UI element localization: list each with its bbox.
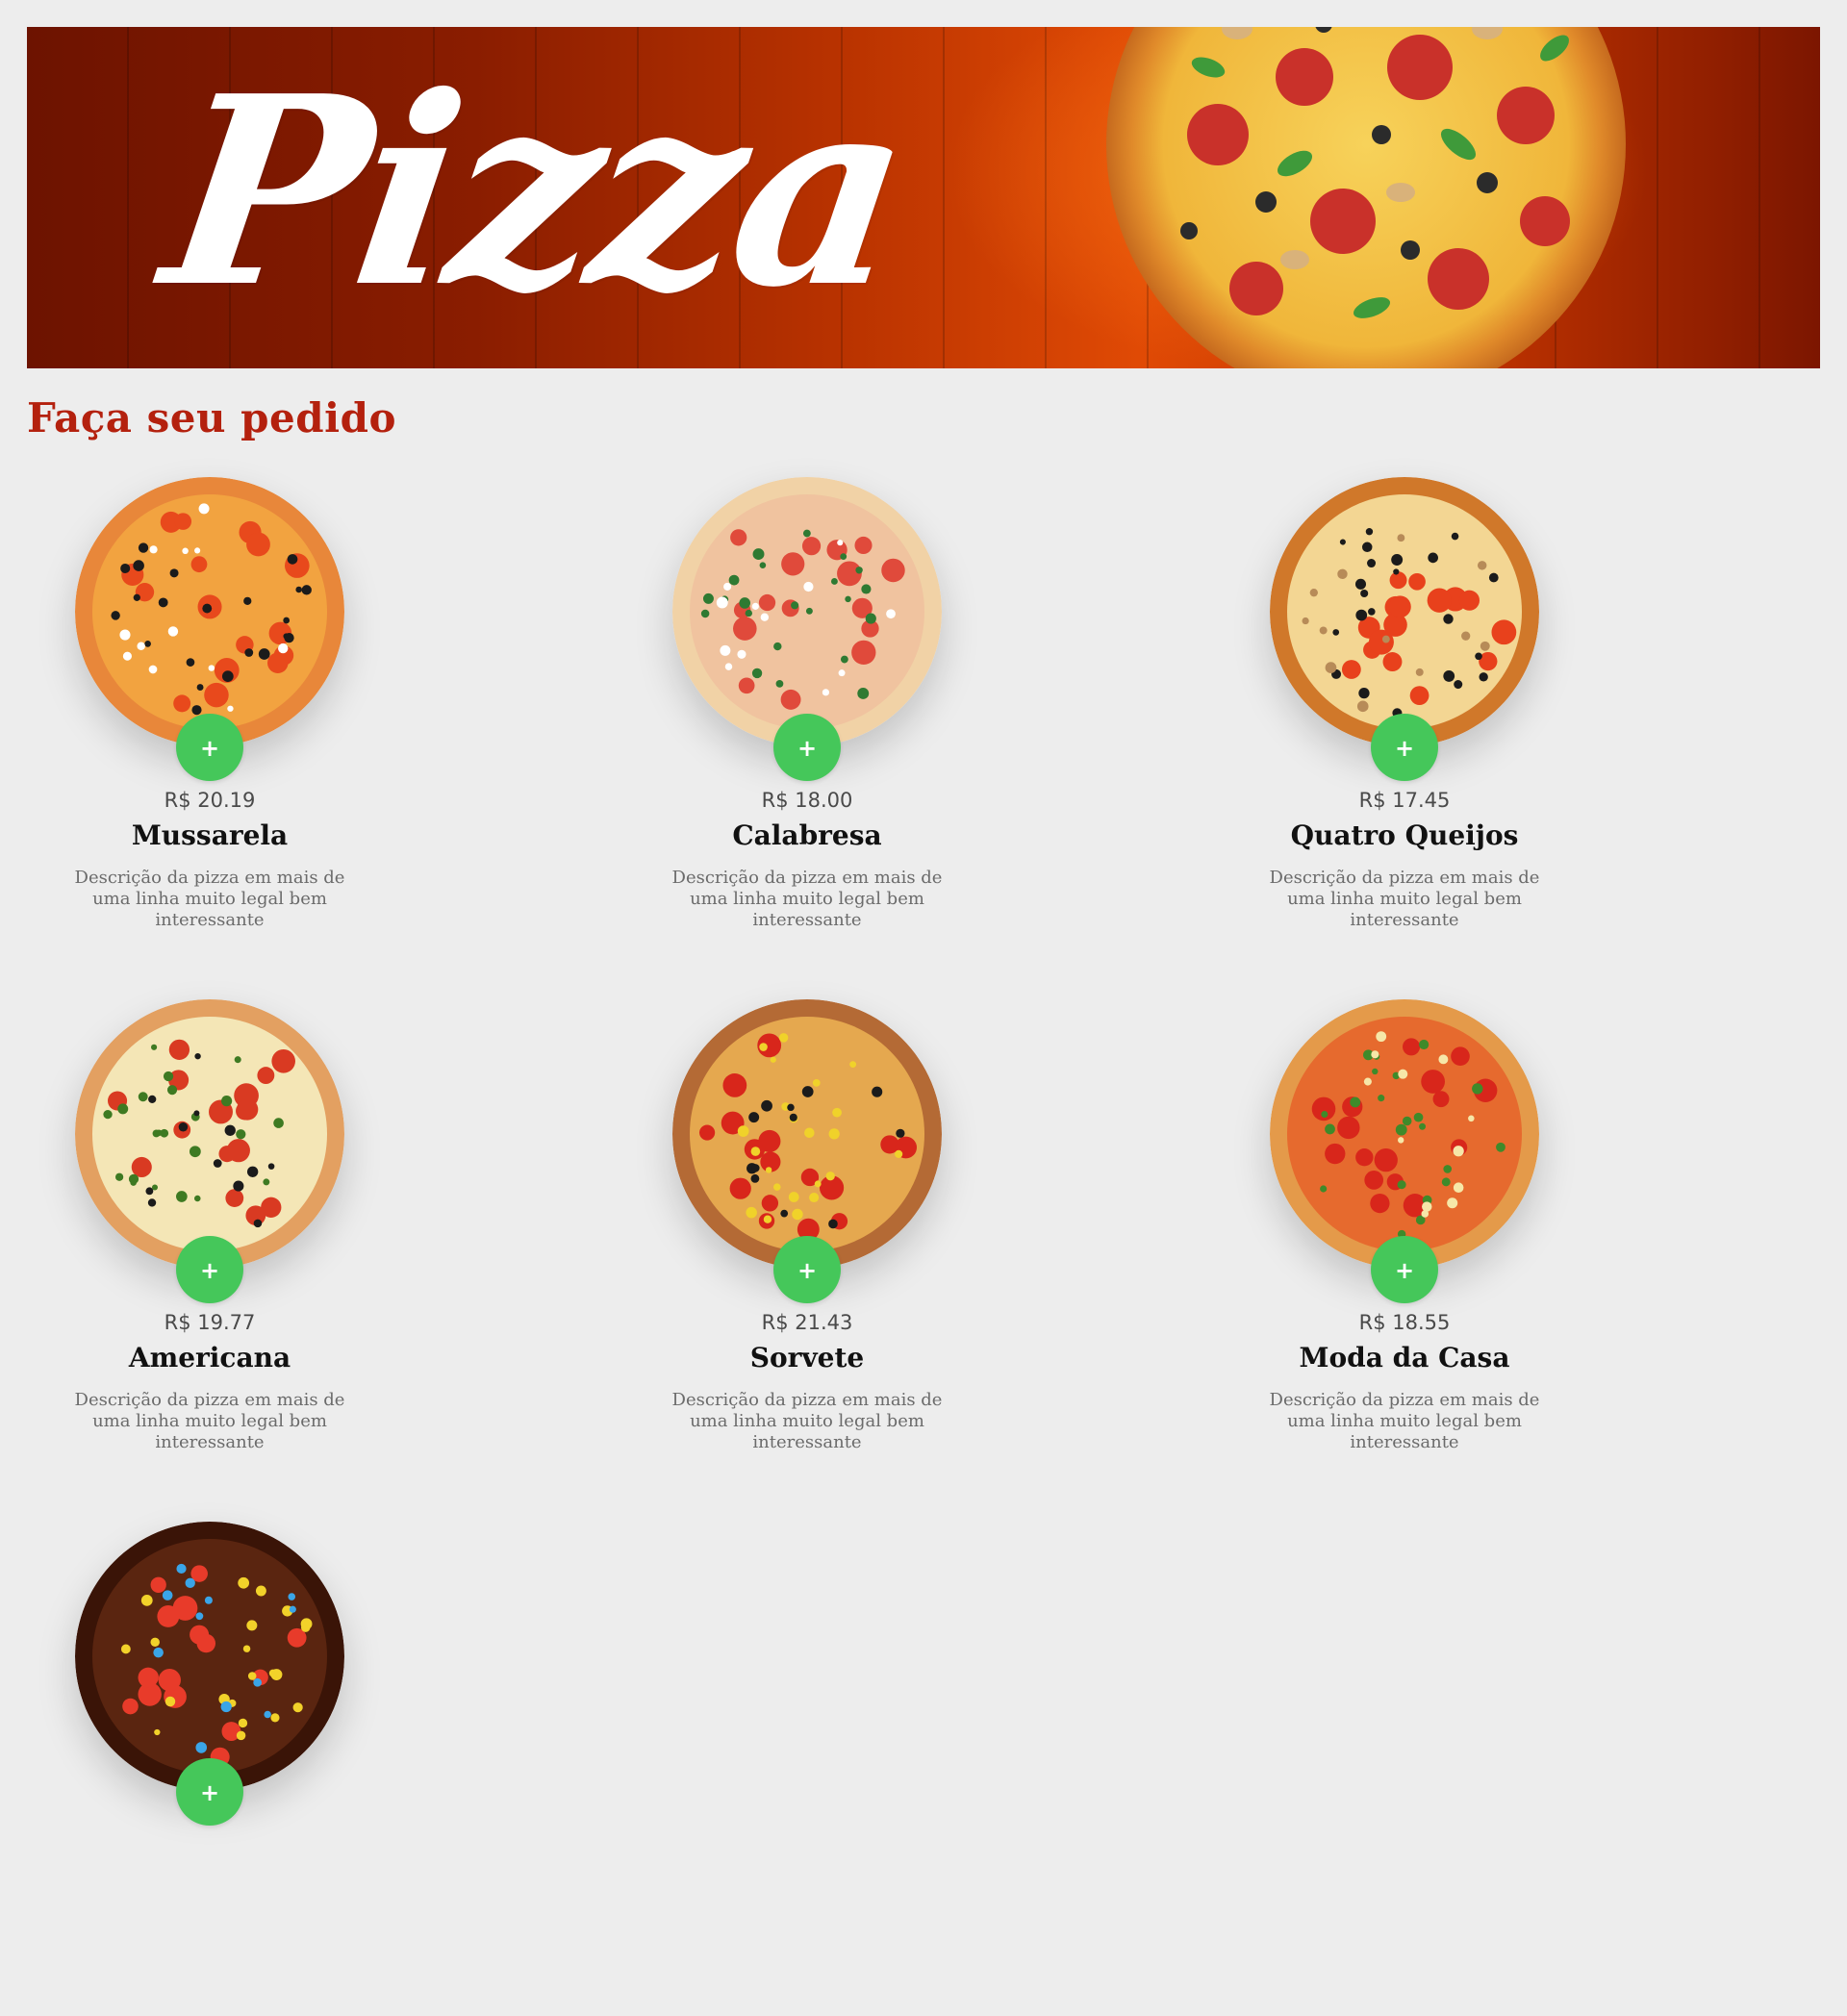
pizza-image (672, 999, 942, 1269)
hero-banner: Pizza (27, 27, 1820, 368)
add-to-cart-button[interactable]: + (176, 1758, 243, 1826)
pizza-name: Calabresa (732, 819, 882, 851)
pizza-name: Sorvete (749, 1342, 865, 1373)
pizza-price: R$ 18.00 (761, 789, 853, 812)
pizza-name: Moda da Casa (1299, 1342, 1510, 1373)
pizza-price: R$ 17.45 (1358, 789, 1451, 812)
pizza-card: + R$ 18.55 Moda da Casa Descrição da pizza … (1222, 994, 1587, 1494)
add-to-cart-button[interactable]: + (1371, 1236, 1438, 1303)
add-to-cart-button[interactable]: + (773, 714, 841, 781)
pizza-price: R$ 19.77 (164, 1311, 256, 1334)
pizza-card: + R$ 21.43 Sorvete Descrição da pizza em ma… (624, 994, 990, 1494)
pizza-description: Descrição da pizza em mais de uma linha … (1269, 1390, 1540, 1452)
pizza-description: Descrição da pizza em mais de uma linha … (74, 868, 345, 930)
pizza-card: + R$ 19.77 Americana Descrição da pizza em … (27, 994, 392, 1494)
pizza-card: + R$ 20.19 Mussarela Descrição da pizza em … (27, 471, 392, 971)
pizza-image (75, 477, 344, 746)
pizza-image (75, 1522, 344, 1791)
pizza-price: R$ 18.55 (1358, 1311, 1451, 1334)
pizza-card: + (27, 1516, 392, 2016)
pizza-name: Mussarela (131, 819, 289, 851)
pizza-description: Descrição da pizza em mais de uma linha … (1269, 868, 1540, 930)
banner-title: Pizza (149, 38, 922, 344)
add-to-cart-button[interactable]: + (773, 1236, 841, 1303)
banner-pizza-image (1106, 27, 1626, 368)
section-title: Faça seu pedido (27, 394, 396, 441)
add-to-cart-button[interactable]: + (176, 714, 243, 781)
add-to-cart-button[interactable]: + (176, 1236, 243, 1303)
pizza-price: R$ 21.43 (761, 1311, 853, 1334)
pizza-card: + R$ 18.00 Calabresa Descrição da pizza em … (624, 471, 990, 971)
pizza-image (672, 477, 942, 746)
pizza-name: Quatro Queijos (1290, 819, 1519, 851)
pizza-image (1270, 477, 1539, 746)
pizza-price: R$ 20.19 (164, 789, 256, 812)
pizza-image (1270, 999, 1539, 1269)
add-to-cart-button[interactable]: + (1371, 714, 1438, 781)
pizza-description: Descrição da pizza em mais de uma linha … (671, 1390, 943, 1452)
pizza-card: + R$ 17.45 Quatro Queijos Descrição da pizz… (1222, 471, 1587, 971)
pizza-description: Descrição da pizza em mais de uma linha … (74, 1390, 345, 1452)
pizza-description: Descrição da pizza em mais de uma linha … (671, 868, 943, 930)
pizza-image (75, 999, 344, 1269)
pizza-name: Americana (128, 1342, 291, 1373)
